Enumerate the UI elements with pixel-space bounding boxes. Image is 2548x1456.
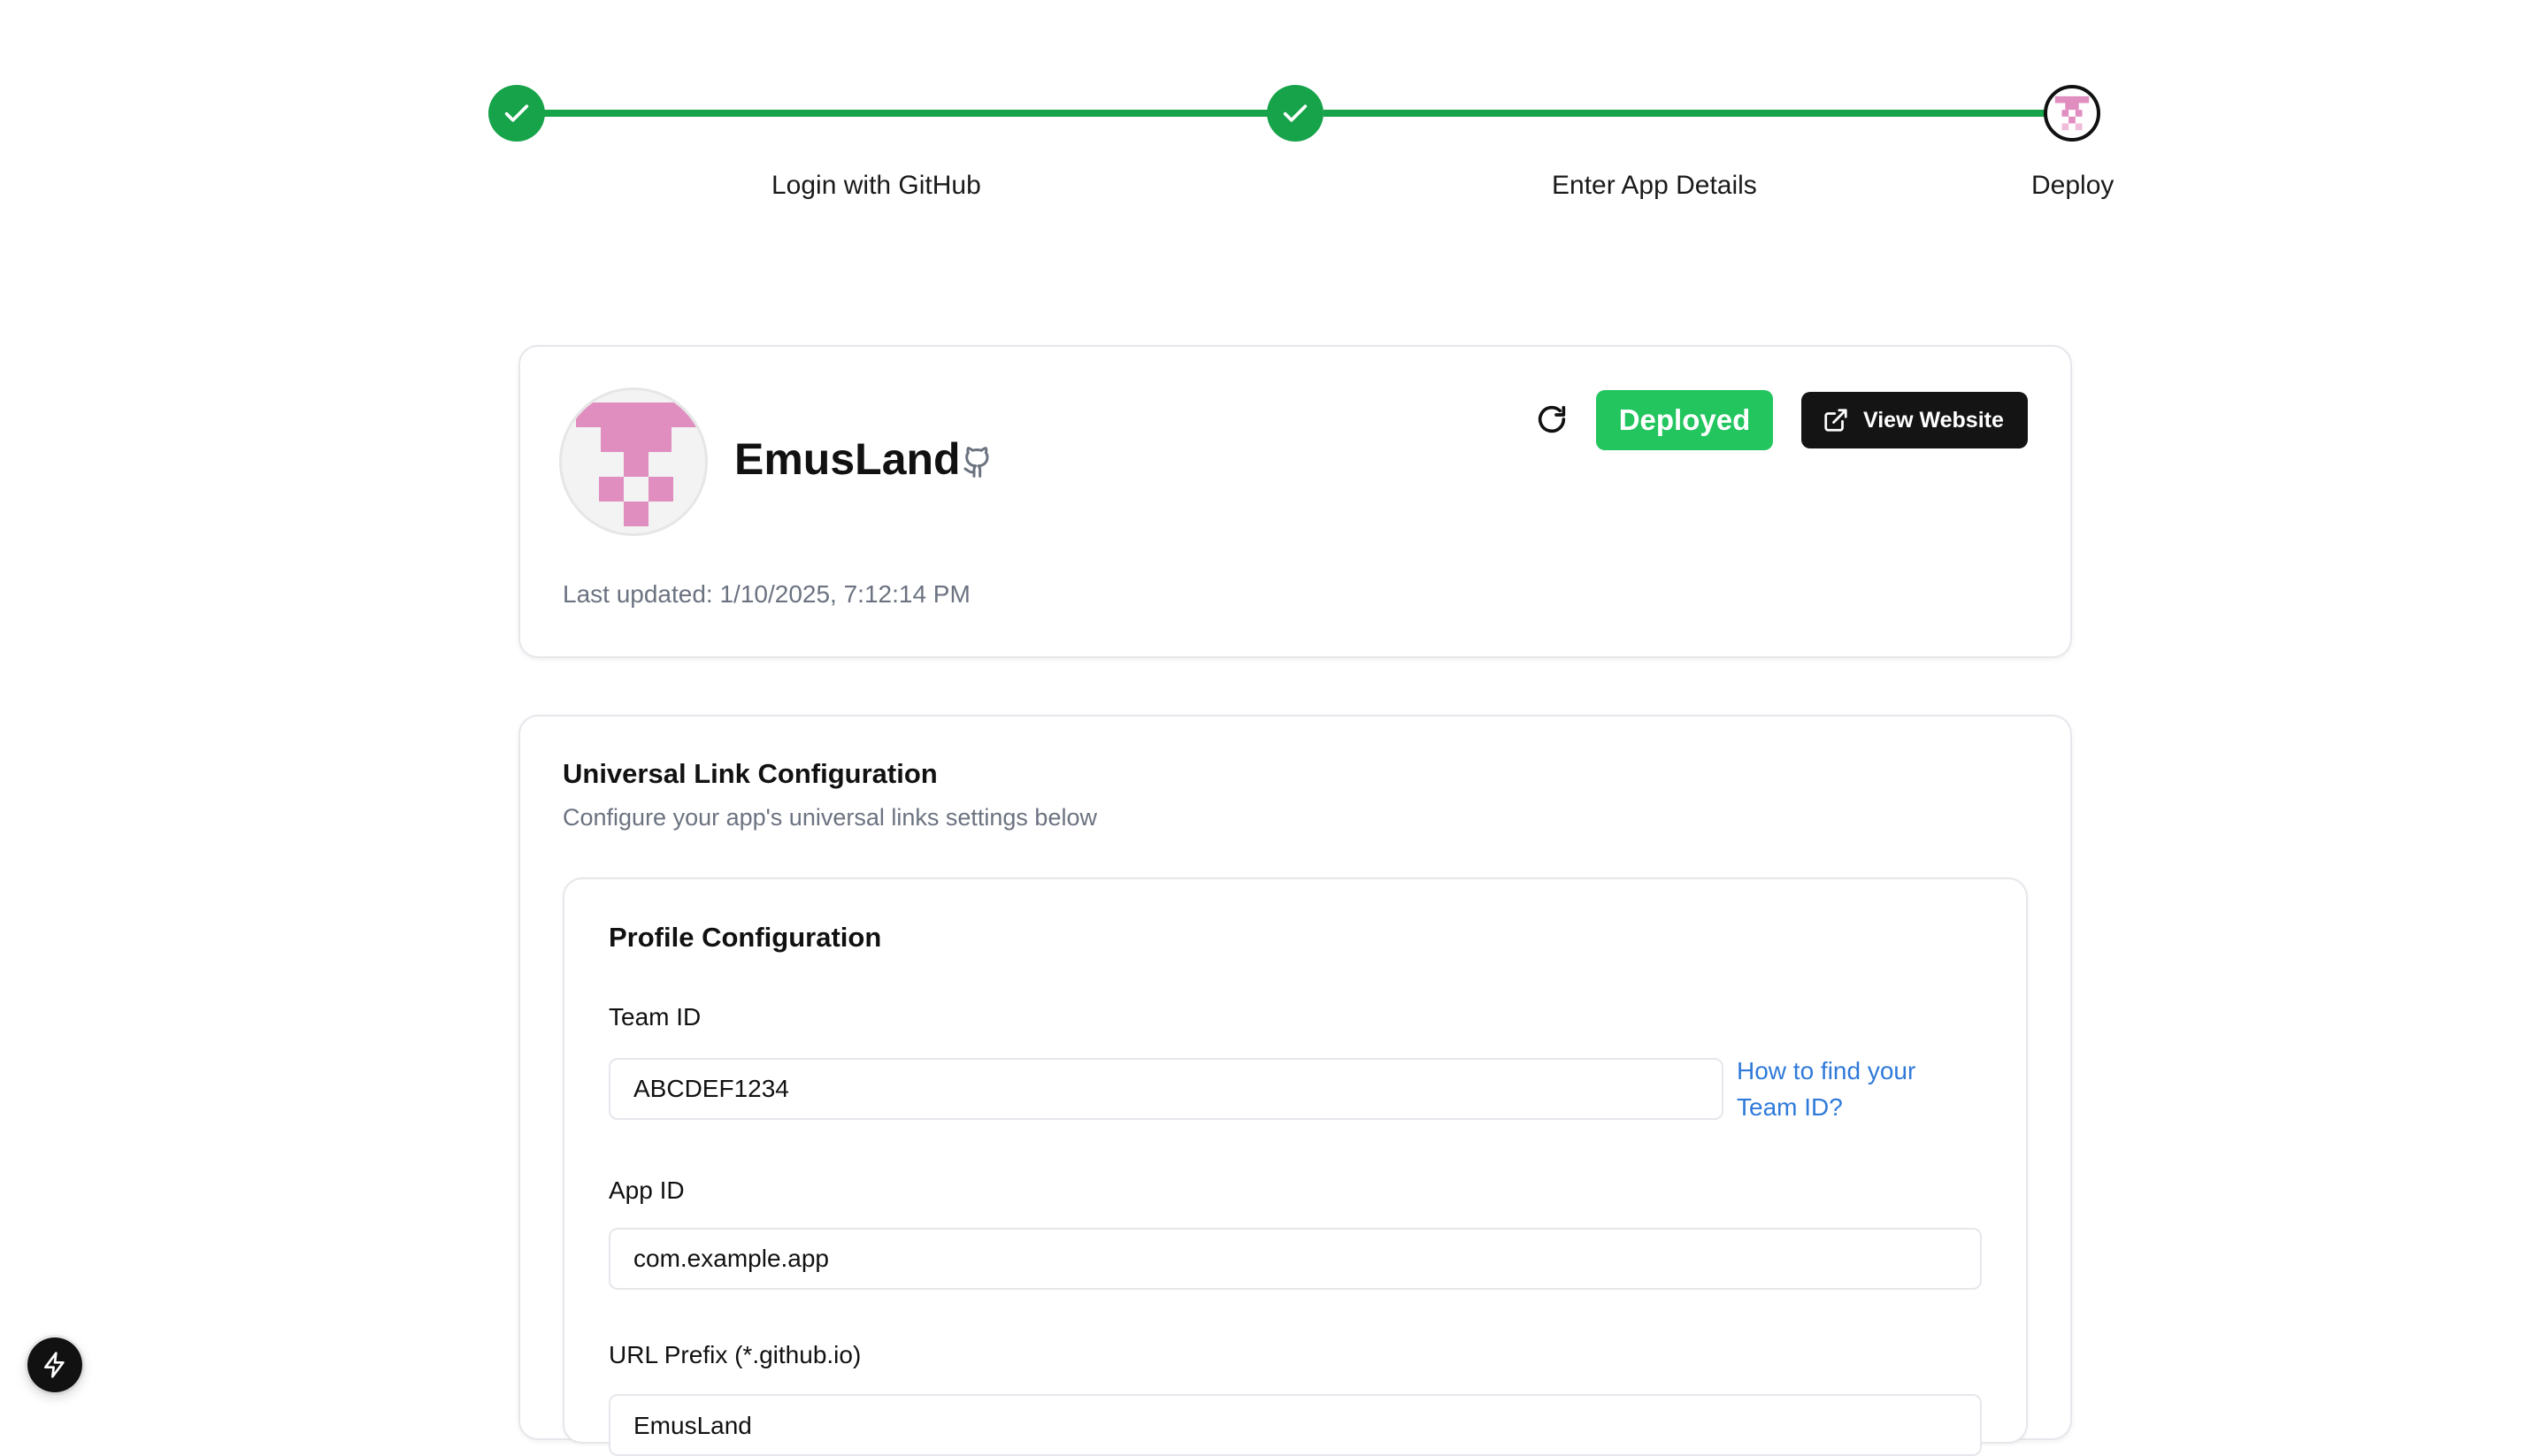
view-website-button[interactable]: View Website (1801, 392, 2028, 448)
step-connector (543, 110, 1279, 117)
bolt-icon (44, 1352, 65, 1378)
team-id-label: Team ID (609, 1003, 702, 1031)
step-label-deploy: Deploy (2031, 171, 2114, 200)
step-2-complete (1267, 85, 1324, 142)
github-icon[interactable] (961, 441, 996, 479)
step-label-login: Login with GitHub (771, 171, 981, 200)
universal-link-title: Universal Link Configuration (563, 758, 938, 789)
team-id-input[interactable]: ABCDEF1234 (609, 1058, 1723, 1120)
app-id-input[interactable]: com.example.app (609, 1228, 1982, 1290)
checkmark-icon (1283, 104, 1308, 122)
refresh-icon[interactable] (1534, 402, 1569, 437)
external-link-icon (1824, 409, 1847, 432)
app-id-label: App ID (609, 1176, 685, 1204)
deployed-status-button[interactable]: Deployed (1596, 390, 1773, 450)
app-avatar-icon (2054, 96, 2090, 131)
last-updated-text: Last updated: 1/10/2025, 7:12:14 PM (563, 580, 971, 608)
identicon-avatar (576, 402, 696, 526)
project-avatar (559, 387, 708, 536)
profile-config-title: Profile Configuration (609, 922, 882, 953)
step-1-complete (488, 85, 545, 142)
dev-tools-button[interactable] (27, 1337, 82, 1392)
step-3-current (2044, 85, 2100, 142)
checkmark-icon (504, 104, 529, 122)
url-prefix-input[interactable]: EmusLand (609, 1394, 1982, 1456)
view-website-label: View Website (1863, 407, 2004, 433)
step-connector (1324, 110, 2067, 117)
step-label-app-details: Enter App Details (1552, 171, 1757, 200)
project-name: EmusLand (734, 434, 961, 484)
universal-link-subtitle: Configure your app's universal links set… (563, 804, 1097, 831)
team-id-help-link[interactable]: How to find your Team ID? (1737, 1053, 1967, 1125)
url-prefix-label: URL Prefix (*.github.io) (609, 1341, 862, 1368)
